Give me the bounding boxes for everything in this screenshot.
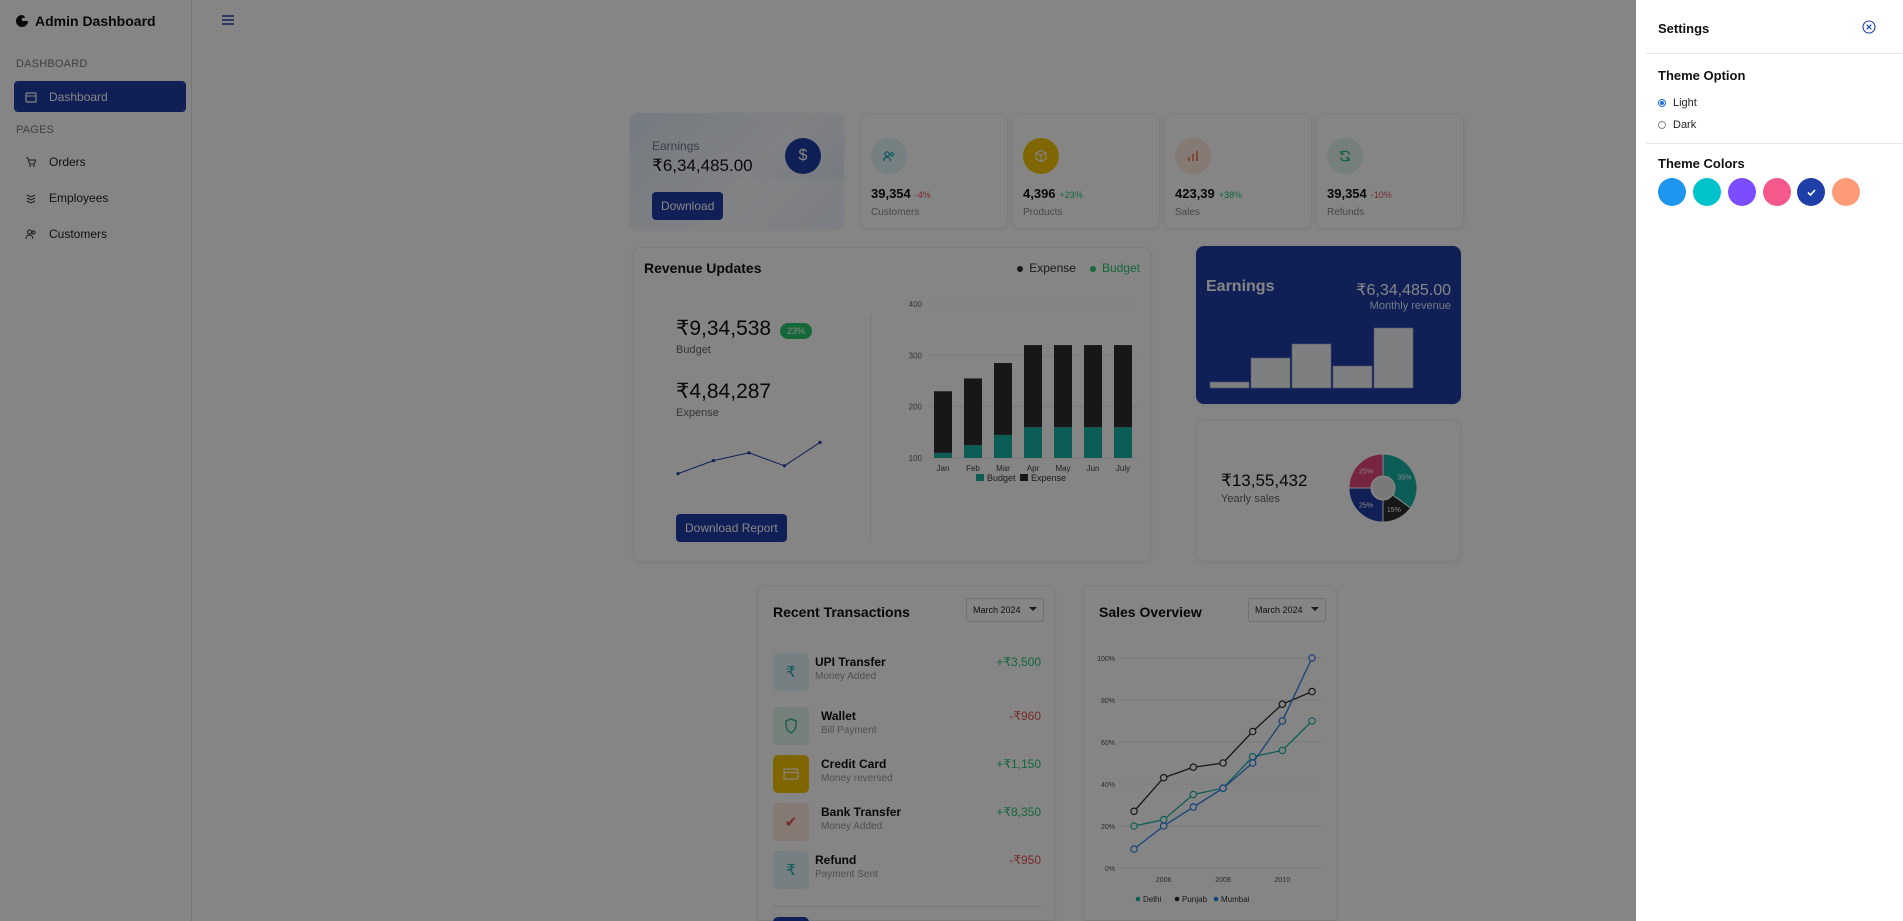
theme-dark-radio[interactable]: Dark [1658, 119, 1696, 131]
settings-title: Settings [1658, 21, 1710, 36]
theme-colors-title: Theme Colors [1658, 156, 1745, 171]
color-swatch-purple[interactable] [1728, 178, 1756, 206]
modal-backdrop[interactable] [0, 0, 1636, 921]
theme-option-title: Theme Option [1658, 68, 1746, 83]
divider [1646, 53, 1903, 54]
theme-light-radio[interactable]: Light [1658, 97, 1697, 109]
color-swatch-peach[interactable] [1832, 178, 1860, 206]
color-swatch-cyan[interactable] [1693, 178, 1721, 206]
divider [1646, 143, 1903, 144]
check-icon [1806, 188, 1816, 196]
theme-dark-label: Dark [1673, 119, 1697, 131]
color-swatch-pink[interactable] [1763, 178, 1791, 206]
color-swatch-navy[interactable] [1797, 178, 1825, 206]
radio-icon [1658, 121, 1666, 129]
radio-selected-icon [1658, 99, 1666, 107]
color-swatch-blue[interactable] [1658, 178, 1686, 206]
settings-panel: Settings Theme Option Light Dark Theme C… [1636, 0, 1903, 921]
theme-light-label: Light [1673, 97, 1697, 109]
close-icon[interactable] [1862, 20, 1876, 34]
